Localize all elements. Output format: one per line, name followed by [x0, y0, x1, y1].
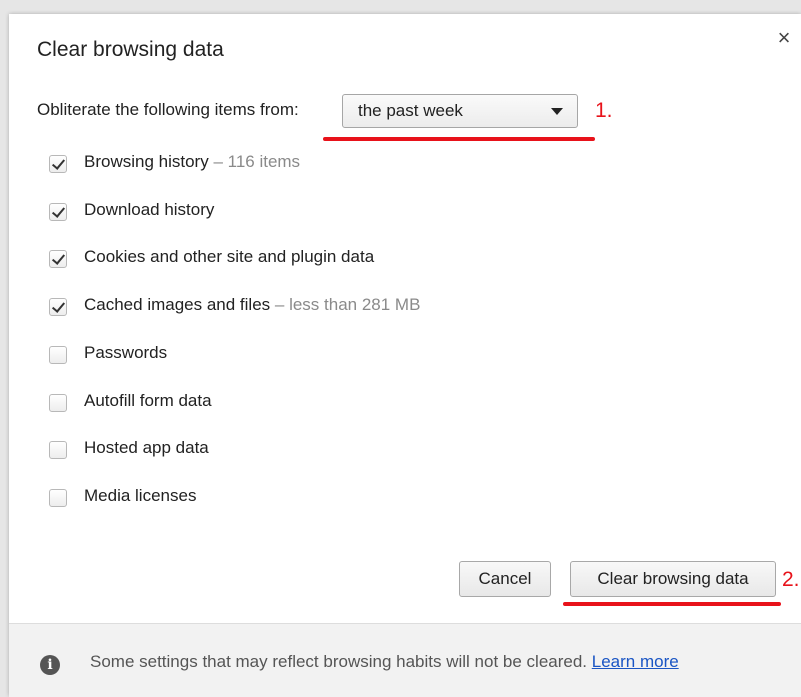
cached-images-checkbox[interactable] [49, 298, 67, 316]
annotation-underline-1 [323, 137, 595, 141]
download-history-label: Download history [84, 200, 215, 219]
checkmark-icon [51, 299, 66, 313]
item-browsing-history[interactable]: Browsing history – 116 items [49, 149, 769, 179]
learn-more-link[interactable]: Learn more [592, 652, 679, 671]
footer-message: Some settings that may reflect browsing … [90, 652, 592, 671]
autofill-label: Autofill form data [84, 391, 212, 410]
item-autofill[interactable]: Autofill form data [49, 388, 769, 418]
passwords-checkbox[interactable] [49, 346, 67, 364]
checkmark-icon [51, 204, 66, 218]
annotation-underline-2 [563, 602, 781, 606]
item-cached-images[interactable]: Cached images and files – less than 281 … [49, 292, 769, 322]
checkmark-icon [51, 251, 66, 265]
autofill-checkbox[interactable] [49, 394, 67, 412]
cookies-checkbox[interactable] [49, 250, 67, 268]
cached-images-label: Cached images and files [84, 295, 271, 314]
dropdown-arrow-icon [551, 108, 563, 115]
cancel-button[interactable]: Cancel [459, 561, 551, 597]
dialog-title: Clear browsing data [37, 38, 224, 61]
annotation-mark-1: 1. [595, 99, 613, 122]
media-licenses-checkbox[interactable] [49, 489, 67, 507]
info-icon: i [40, 655, 60, 675]
clear-browsing-data-dialog: Clear browsing data × Obliterate the fol… [9, 14, 801, 697]
close-icon[interactable]: × [773, 27, 795, 49]
annotation-mark-2: 2. [782, 568, 800, 591]
cookies-label: Cookies and other site and plugin data [84, 247, 375, 266]
item-cookies[interactable]: Cookies and other site and plugin data [49, 244, 769, 274]
passwords-label: Passwords [84, 343, 168, 362]
hosted-app-data-checkbox[interactable] [49, 441, 67, 459]
item-media-licenses[interactable]: Media licenses [49, 483, 769, 513]
clear-browsing-data-button[interactable]: Clear browsing data [570, 561, 776, 597]
hosted-app-data-label: Hosted app data [84, 438, 209, 457]
item-hosted-app-data[interactable]: Hosted app data [49, 435, 769, 465]
download-history-checkbox[interactable] [49, 203, 67, 221]
cached-images-size: – less than 281 MB [270, 295, 421, 314]
time-period-label: Obliterate the following items from: [37, 100, 299, 119]
item-passwords[interactable]: Passwords [49, 340, 769, 370]
browsing-history-label: Browsing history [84, 152, 209, 171]
time-period-selected-value: the past week [358, 101, 463, 120]
checkmark-icon [51, 156, 66, 170]
footer-notice: i Some settings that may reflect browsin… [9, 623, 801, 697]
item-download-history[interactable]: Download history [49, 197, 769, 227]
browsing-history-checkbox[interactable] [49, 155, 67, 173]
browsing-history-count: – 116 items [208, 152, 301, 171]
media-licenses-label: Media licenses [84, 486, 197, 505]
time-period-dropdown[interactable]: the past week [342, 94, 578, 128]
